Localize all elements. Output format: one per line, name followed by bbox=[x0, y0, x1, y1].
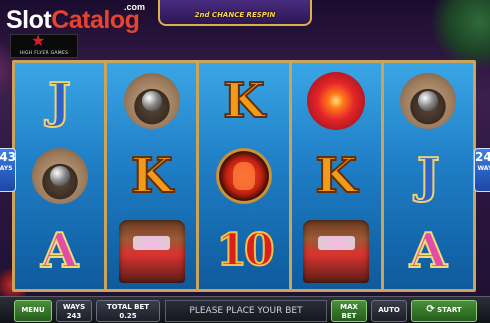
ways-indicator-label: WAYS bbox=[477, 165, 490, 172]
auto-label: AUTO bbox=[378, 306, 400, 314]
pearl-icon bbox=[141, 90, 162, 111]
reel-cell bbox=[15, 138, 104, 213]
letter-k-icon: K bbox=[130, 147, 174, 204]
reel-cell bbox=[292, 214, 381, 289]
ways-label: WAYS bbox=[62, 303, 86, 311]
auto-button[interactable]: AUTO bbox=[371, 300, 407, 322]
reels-frame: J A K K 10 K J A bbox=[12, 60, 476, 292]
control-bar: MENU WAYS 243 TOTAL BET 0.25 PLEASE PLAC… bbox=[0, 296, 490, 323]
ways-display: WAYS 243 bbox=[56, 300, 92, 322]
reel-3: K 10 bbox=[199, 63, 289, 289]
reel-cell: 10 bbox=[199, 214, 288, 289]
reel-cell: J bbox=[15, 63, 104, 138]
ways-value: 243 bbox=[66, 312, 82, 320]
tiki-mask-icon bbox=[303, 219, 370, 283]
ways-indicator-value: 243 bbox=[0, 150, 17, 164]
watermark-brand-suffix: .com bbox=[124, 2, 146, 12]
studio-logo: ★ HIGH FLYER GAMES bbox=[10, 31, 78, 58]
watermark-text: SlotCatalog bbox=[6, 6, 140, 34]
reel-cell bbox=[384, 63, 473, 138]
total-bet-button[interactable]: TOTAL BET 0.25 bbox=[96, 300, 160, 322]
pearl-shell-icon bbox=[31, 147, 88, 204]
ways-indicator-label: WAYS bbox=[0, 165, 13, 172]
total-bet-value: 0.25 bbox=[119, 312, 137, 320]
reel-5: J A bbox=[383, 63, 474, 289]
watermark-brand-main: Slot bbox=[6, 6, 52, 34]
letter-a-icon: A bbox=[40, 223, 79, 280]
reel-cell bbox=[292, 63, 381, 138]
pearl-shell-icon bbox=[400, 72, 457, 129]
reel-cell: A bbox=[15, 214, 104, 289]
letter-j-icon: J bbox=[47, 72, 72, 129]
letter-a-icon: A bbox=[409, 223, 448, 280]
reel-cell bbox=[107, 214, 196, 289]
tiki-mask-icon bbox=[118, 219, 185, 283]
reel-cell bbox=[107, 63, 196, 138]
reel-cell bbox=[199, 138, 288, 213]
reel-4: K bbox=[291, 63, 381, 289]
game-title-subtitle: 2nd CHANCE RESPIN bbox=[194, 11, 276, 19]
watermark-logo: SlotCatalog .com bbox=[6, 2, 145, 34]
reel-cell: K bbox=[199, 63, 288, 138]
hibiscus-flower-icon bbox=[307, 71, 366, 130]
pearl-shell-icon bbox=[123, 72, 180, 129]
max-bet-label: MAX BET bbox=[340, 303, 358, 320]
menu-button[interactable]: MENU bbox=[14, 300, 52, 322]
ways-indicator-right: 243 WAYS bbox=[474, 148, 490, 192]
start-button[interactable]: ⟳ START bbox=[411, 300, 477, 322]
letter-k-icon: K bbox=[222, 72, 266, 129]
reel-cell: K bbox=[107, 138, 196, 213]
reel-2: K bbox=[107, 63, 197, 289]
ways-indicator-left: 243 WAYS bbox=[0, 148, 16, 192]
max-bet-button[interactable]: MAX BET bbox=[331, 300, 367, 322]
fire-figure-icon bbox=[233, 161, 255, 190]
pearl-icon bbox=[418, 90, 439, 111]
menu-button-label: MENU bbox=[21, 306, 45, 314]
star-icon: ★ bbox=[31, 31, 46, 50]
letter-j-icon: J bbox=[416, 147, 441, 204]
total-bet-label: TOTAL BET bbox=[106, 303, 150, 311]
reel-cell: K bbox=[292, 138, 381, 213]
letter-k-icon: K bbox=[314, 147, 358, 204]
number-ten-icon: 10 bbox=[215, 225, 275, 277]
reel-cell: J bbox=[384, 138, 473, 213]
refresh-icon: ⟳ bbox=[426, 304, 435, 315]
reel-1: J A bbox=[15, 63, 105, 289]
fire-medallion-icon bbox=[216, 147, 272, 204]
start-label: START bbox=[437, 306, 462, 314]
ways-indicator-value: 243 bbox=[475, 150, 490, 164]
pearl-icon bbox=[49, 165, 70, 186]
status-message: PLEASE PLACE YOUR BET bbox=[165, 300, 327, 322]
game-title-badge: 2nd CHANCE RESPIN bbox=[158, 0, 312, 26]
reels-grid: J A K K 10 K J A bbox=[15, 63, 474, 289]
studio-name: HIGH FLYER GAMES bbox=[19, 51, 69, 56]
reel-cell: A bbox=[384, 214, 473, 289]
